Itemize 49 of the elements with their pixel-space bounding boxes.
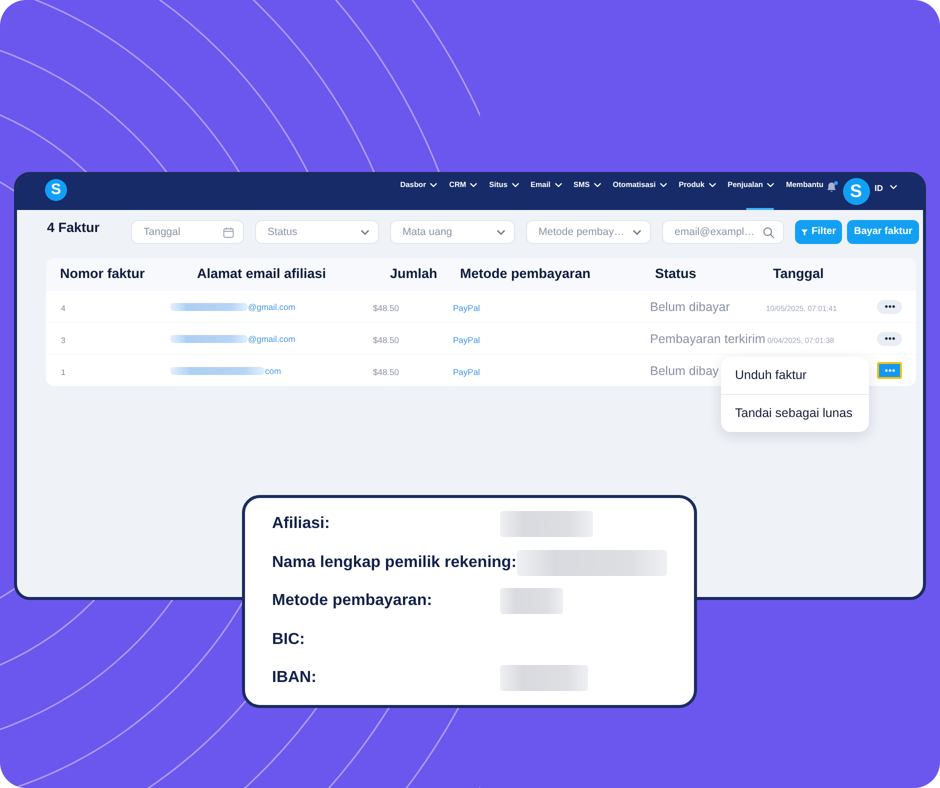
calendar-icon — [222, 226, 234, 238]
invoice-amount: $48.50 — [373, 334, 399, 344]
bell-icon[interactable] — [826, 180, 838, 192]
field-label: Metode pembayaran: — [272, 591, 432, 612]
select-dropdown[interactable]: Status — [254, 220, 379, 244]
status-text: Belum dibayar — [650, 300, 730, 314]
column-header: Nomor faktur — [60, 266, 145, 281]
more-actions-button[interactable] — [877, 300, 902, 314]
select-dropdown[interactable]: Mata uang — [390, 220, 515, 244]
field-label: Nama lengkap pemilik rekening: — [272, 552, 517, 573]
column-header: Metode pembayaran — [460, 266, 591, 281]
invoice-amount: $48.50 — [373, 366, 399, 376]
select-dropdown[interactable]: Metode pembay… — [526, 220, 651, 244]
menu-item[interactable]: Unduh faktur — [721, 357, 869, 394]
status-text: Pembayaran terkirim — [650, 332, 766, 346]
chevron-down-icon — [360, 230, 369, 234]
email-text: com — [265, 366, 282, 376]
field-label: Afiliasi: — [272, 514, 330, 534]
chevron-down-icon — [890, 185, 897, 190]
language-selector[interactable]: ID — [874, 182, 897, 192]
invoice-number: 1 — [61, 368, 66, 376]
funnel-icon — [800, 228, 808, 236]
chevron-down-icon — [496, 230, 505, 234]
column-header: Tanggal — [773, 266, 824, 281]
app-logo: S — [45, 178, 67, 200]
status-text: Belum dibay — [650, 364, 719, 378]
menu-item[interactable]: Tandai sebagai lunas — [721, 395, 869, 432]
payment-method: PayPal — [453, 302, 480, 312]
invoice-number: 3 — [61, 336, 66, 344]
more-dots-icon — [884, 369, 894, 372]
invoice-amount: $48.50 — [373, 302, 399, 312]
column-header: Jumlah — [390, 266, 438, 281]
search-field[interactable]: email@exampl… — [662, 220, 784, 244]
field-label: BIC: — [272, 630, 305, 650]
payment-method: PayPal — [453, 334, 480, 344]
column-header: Status — [655, 266, 696, 281]
search-icon — [762, 226, 774, 238]
column-header: Alamat email afiliasi — [197, 266, 326, 282]
email-text: @gmail.com — [248, 302, 296, 312]
more-actions-button[interactable] — [877, 332, 902, 346]
page-title: 4 Faktur — [47, 220, 100, 236]
date-field[interactable]: Tanggal — [130, 220, 244, 244]
payment-method: PayPal — [453, 366, 480, 376]
more-dots-icon — [884, 337, 894, 340]
field-label: IBAN: — [272, 668, 316, 688]
invoice-number: 4 — [61, 304, 66, 312]
email-text: @gmail.com — [248, 334, 296, 344]
more-dots-icon — [884, 305, 894, 308]
chevron-down-icon — [632, 230, 641, 234]
